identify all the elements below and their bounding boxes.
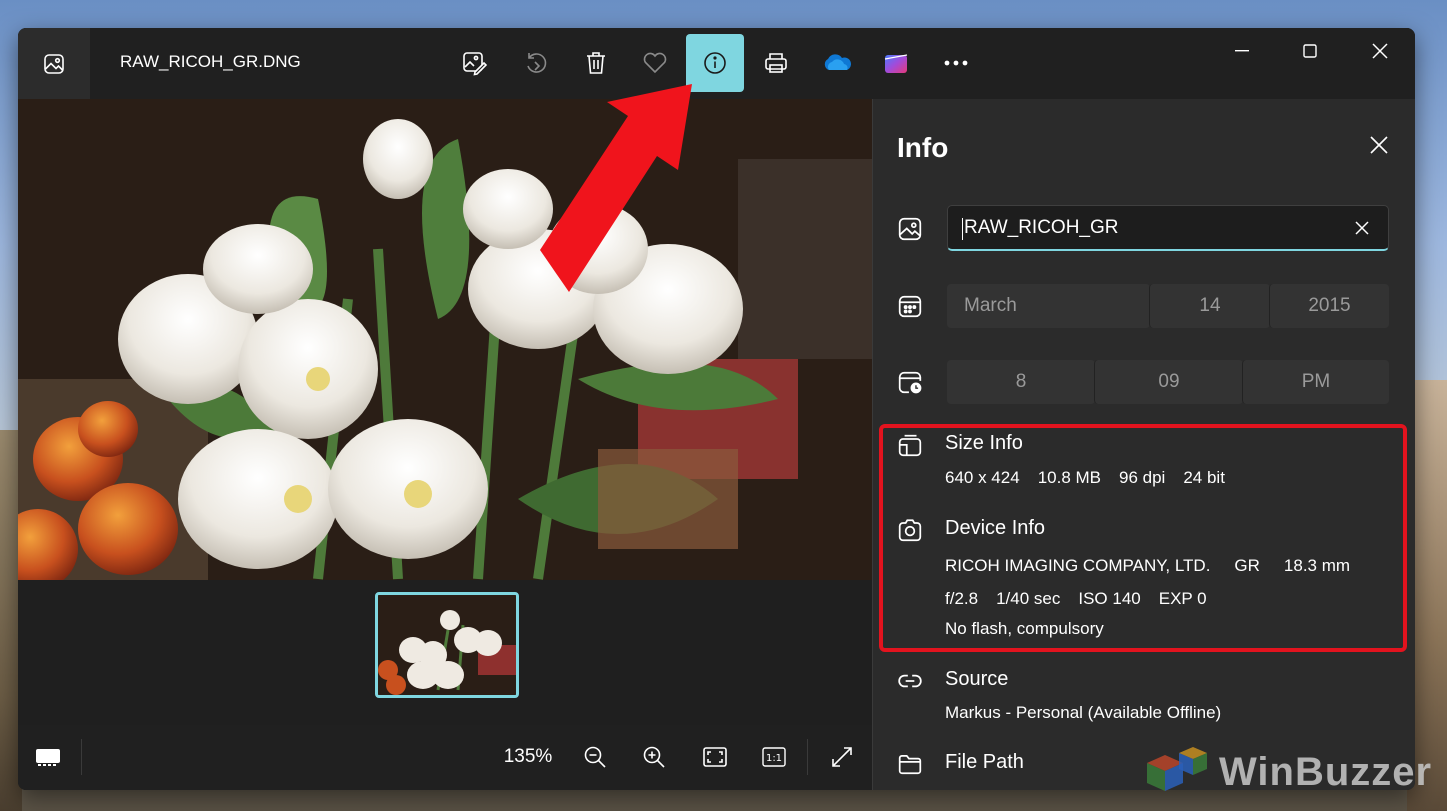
expand-icon xyxy=(832,747,852,767)
fit-to-window-button[interactable] xyxy=(701,743,729,771)
camera-icon xyxy=(898,519,922,542)
close-info-panel-button[interactable] xyxy=(1369,135,1393,159)
watermark: WinBuzzer xyxy=(1143,742,1432,802)
toolbar-divider xyxy=(81,739,82,775)
image-dimensions: 640 x 424 xyxy=(945,468,1020,487)
filmstrip xyxy=(18,580,872,725)
filmstrip-icon xyxy=(36,749,60,766)
info-panel: Info RAW_RICOH_GR March 14 2015 8 09 PM xyxy=(872,99,1415,790)
title-bar: RAW_RICOH_GR.DNG xyxy=(18,28,1415,99)
size-info-details: 640 x 424 10.8 MB 96 dpi 24 bit xyxy=(945,468,1243,488)
more-icon xyxy=(944,60,968,66)
bottom-toolbar: 135% 1:1 xyxy=(18,725,872,790)
close-icon xyxy=(1370,136,1388,154)
fullscreen-button[interactable] xyxy=(828,743,856,771)
zoom-out-icon xyxy=(584,746,606,768)
file-name-value: RAW_RICOH_GR xyxy=(964,217,1119,238)
favorite-icon xyxy=(643,52,667,74)
exposure-bias: EXP 0 xyxy=(1158,589,1207,608)
tulips-photo-illustration xyxy=(18,99,872,580)
clear-text-icon[interactable] xyxy=(1354,220,1370,236)
size-info-title: Size Info xyxy=(945,432,1023,454)
zoom-out-button[interactable] xyxy=(581,743,609,771)
image-size-icon xyxy=(898,434,922,457)
image-dpi: 96 dpi xyxy=(1119,468,1166,487)
more-options-button[interactable] xyxy=(927,34,985,92)
zoom-level[interactable]: 135% xyxy=(500,743,556,771)
thumbnail-image xyxy=(378,595,516,695)
link-icon xyxy=(898,674,922,688)
info-button[interactable] xyxy=(686,34,744,92)
camera-model: GR xyxy=(1234,556,1260,575)
exposure-time: 1/40 sec xyxy=(996,589,1061,608)
actual-size-button[interactable]: 1:1 xyxy=(760,743,788,771)
aperture: f/2.8 xyxy=(945,589,979,608)
focal-length: 18.3 mm xyxy=(1283,556,1351,575)
minimize-icon xyxy=(1235,50,1249,52)
file-path-title: File Path xyxy=(945,751,1024,773)
file-size: 10.8 MB xyxy=(1037,468,1101,487)
photos-app-window: RAW_RICOH_GR.DNG 135% 1:1 Info RAW_RICOH… xyxy=(18,28,1415,790)
delete-button[interactable] xyxy=(567,34,625,92)
image-viewer: 135% 1:1 xyxy=(18,99,872,790)
source-title: Source xyxy=(945,668,1009,690)
onedrive-button[interactable] xyxy=(807,34,865,92)
date-day-picker[interactable]: 14 xyxy=(1149,284,1270,328)
calendar-icon xyxy=(898,295,922,318)
camera-maker: RICOH IMAGING COMPANY, LTD. xyxy=(945,556,1211,575)
device-info-title: Device Info xyxy=(945,517,1046,539)
calendar-clock-icon xyxy=(898,371,922,394)
onedrive-icon xyxy=(824,54,851,70)
delete-icon xyxy=(587,52,605,74)
thumbnail-selected[interactable] xyxy=(375,592,519,698)
rotate-button[interactable] xyxy=(507,34,565,92)
gallery-button[interactable] xyxy=(18,28,90,99)
fit-window-icon xyxy=(703,747,727,767)
iso-value: ISO 140 xyxy=(1078,589,1141,608)
edit-image-icon xyxy=(463,52,488,76)
svg-text:1:1: 1:1 xyxy=(766,753,782,764)
zoom-in-icon xyxy=(643,746,665,768)
time-minute-picker[interactable]: 09 xyxy=(1094,360,1243,404)
file-name-title: RAW_RICOH_GR.DNG xyxy=(120,52,301,71)
edit-image-button[interactable] xyxy=(446,34,504,92)
filmstrip-toggle-button[interactable] xyxy=(35,743,61,771)
file-name-field[interactable]: RAW_RICOH_GR xyxy=(947,205,1389,251)
photos-app-icon xyxy=(44,53,64,74)
clipchamp-icon xyxy=(884,54,908,73)
folder-icon xyxy=(898,755,922,775)
print-icon xyxy=(765,53,787,73)
text-caret xyxy=(962,218,963,240)
close-window-button[interactable] xyxy=(1357,36,1403,66)
device-info-camera: RICOH IMAGING COMPANY, LTD. GR 18.3 mm xyxy=(945,556,1368,576)
watermark-text: WinBuzzer xyxy=(1219,749,1433,794)
rotate-icon xyxy=(527,53,547,73)
image-icon xyxy=(898,217,922,241)
main-photo[interactable] xyxy=(18,99,872,580)
maximize-icon xyxy=(1303,44,1317,58)
flash-info: No flash, compulsory xyxy=(945,619,1104,638)
minimize-button[interactable] xyxy=(1219,36,1265,66)
time-period-picker[interactable]: PM xyxy=(1242,360,1389,404)
print-button[interactable] xyxy=(747,34,805,92)
close-icon xyxy=(1372,43,1388,59)
device-info-exposure: f/2.8 1/40 sec ISO 140 EXP 0 xyxy=(945,589,1225,609)
favorite-button[interactable] xyxy=(626,34,684,92)
clipchamp-button[interactable] xyxy=(867,34,925,92)
actual-size-icon: 1:1 xyxy=(762,747,786,767)
date-month-picker[interactable]: March xyxy=(947,284,1150,328)
toolbar-divider-2 xyxy=(807,739,808,775)
winbuzzer-logo-icon xyxy=(1147,747,1207,791)
info-icon xyxy=(704,52,726,74)
zoom-in-button[interactable] xyxy=(640,743,668,771)
bit-depth: 24 bit xyxy=(1183,468,1225,487)
info-panel-title: Info xyxy=(897,132,949,163)
maximize-button[interactable] xyxy=(1287,36,1333,66)
source-value[interactable]: Markus - Personal (Available Offline) xyxy=(945,703,1221,723)
time-hour-picker[interactable]: 8 xyxy=(947,360,1095,404)
date-year-picker[interactable]: 2015 xyxy=(1269,284,1389,328)
